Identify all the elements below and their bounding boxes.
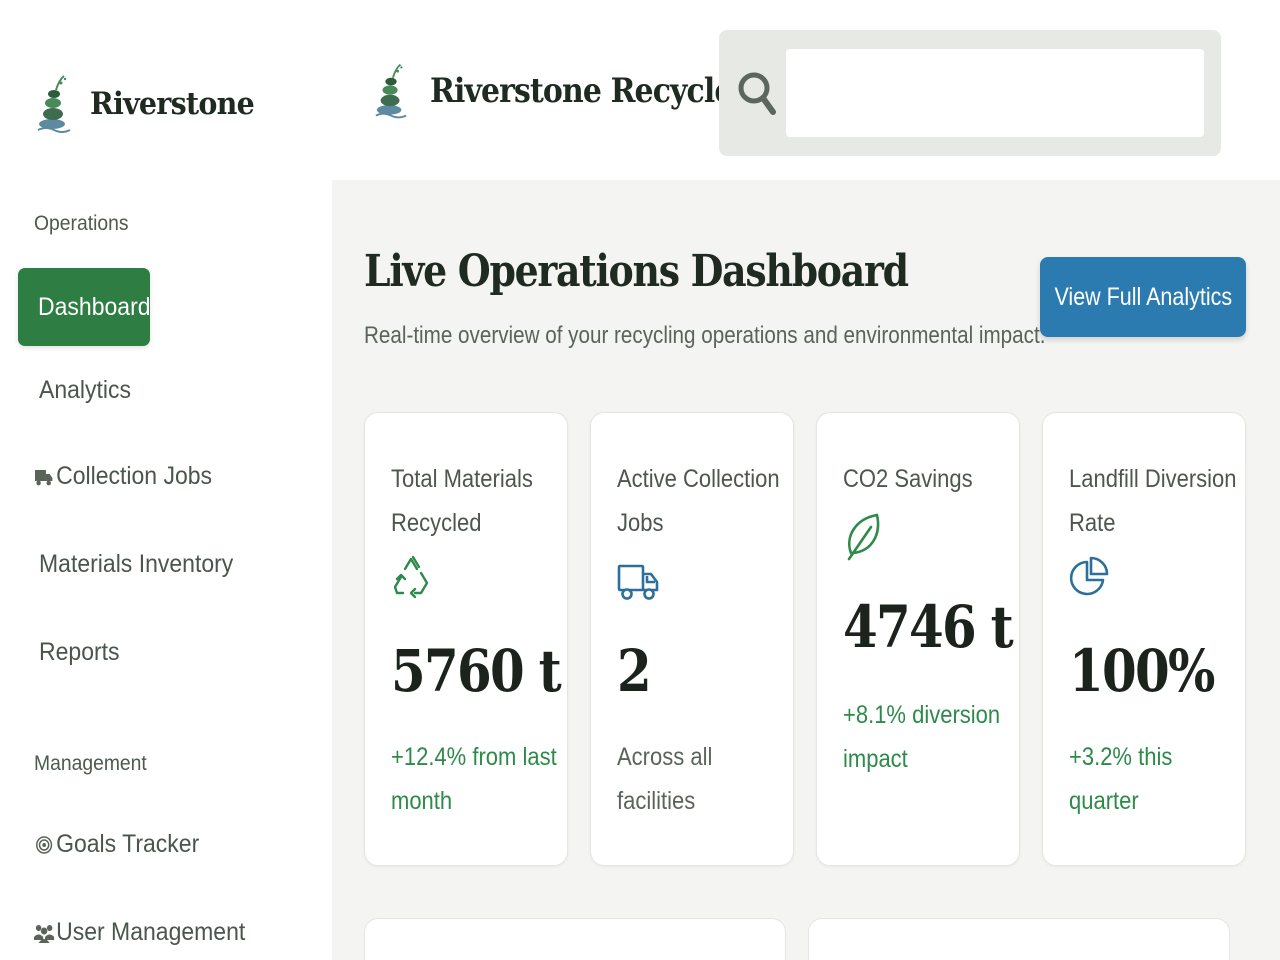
stat-card-note: +12.4% from last month (391, 743, 557, 815)
stat-card-label: Landfill Diversion Rate (1069, 465, 1237, 537)
sidebar-item-label: Collection Jobs (56, 462, 213, 490)
truck-icon (617, 564, 659, 600)
stat-card-value: 4746 t (843, 593, 1014, 661)
view-full-analytics-button[interactable]: View Full Analytics (1040, 257, 1246, 337)
sidebar-item-collection-jobs[interactable]: Collection Jobs (34, 462, 212, 491)
sidebar-item-label: Reports (39, 638, 120, 666)
riverstone-logo-icon (375, 63, 407, 119)
main-content: Live Operations Dashboard Real-time over… (332, 180, 1280, 960)
sidebar-item-reports[interactable]: Reports (39, 638, 120, 667)
pie-chart-icon (1069, 556, 1109, 596)
stat-card-value: 5760 t (391, 637, 562, 705)
sidebar-brand-name: Riverstone (90, 86, 255, 122)
sidebar-item-goals-tracker[interactable]: Goals Tracker (34, 830, 199, 859)
stat-card-diversion-rate: Landfill Diversion Rate 100% +3.2% this … (1042, 412, 1246, 866)
sidebar-item-label: Goals Tracker (56, 830, 200, 858)
stat-card-co2-savings: CO2 Savings 4746 t +8.1% diversion impac… (816, 412, 1020, 866)
stat-card-note: Across all facilities (617, 743, 713, 815)
lower-panel-left (364, 918, 786, 960)
page-title: Live Operations Dashboard (364, 246, 909, 297)
stat-card-active-jobs: Active Collection Jobs 2 Across all faci… (590, 412, 794, 866)
riverstone-logo-icon (37, 75, 71, 133)
sidebar-item-materials-inventory[interactable]: Materials Inventory (39, 550, 233, 579)
target-icon (34, 834, 54, 856)
recycle-icon (393, 555, 429, 599)
stat-card-label: Active Collection Jobs (617, 465, 780, 537)
sidebar-item-dashboard[interactable]: Dashboard (18, 268, 151, 346)
sidebar-item-analytics[interactable]: Analytics (39, 376, 131, 405)
stat-card-total-materials: Total Materials Recycled 5760 t +12.4% f… (364, 412, 568, 866)
button-label: View Full Analytics (1054, 282, 1233, 311)
sidebar: Riverstone Operations Dashboard Analytic… (0, 0, 332, 960)
page-subtitle: Real-time overview of your recycling ope… (364, 322, 1046, 349)
stat-card-label: Total Materials Recycled (391, 465, 533, 537)
sidebar-brand[interactable]: Riverstone (36, 74, 268, 134)
truck-icon (34, 466, 54, 488)
sidebar-item-label: User Management (56, 918, 246, 946)
sidebar-item-user-management[interactable]: User Management (34, 918, 245, 947)
search-input[interactable] (786, 49, 1204, 137)
stat-card-value: 2 (617, 637, 652, 705)
users-icon (34, 922, 55, 944)
search-icon[interactable] (735, 64, 777, 122)
sidebar-item-label: Materials Inventory (39, 550, 234, 578)
nav-section-management: Management (34, 752, 147, 775)
leaf-icon (847, 513, 880, 561)
stat-card-note: +8.1% diversion impact (843, 701, 1001, 773)
sidebar-item-label: Analytics (39, 376, 132, 404)
stat-card-value: 100% (1069, 637, 1215, 705)
nav-section-operations: Operations (34, 212, 129, 235)
stat-card-note: +3.2% this quarter (1069, 743, 1173, 815)
lower-panel-right (808, 918, 1230, 960)
stat-card-label: CO2 Savings (843, 465, 973, 493)
sidebar-item-label: Dashboard (38, 292, 151, 321)
app-title: Riverstone Recycler (430, 71, 748, 111)
